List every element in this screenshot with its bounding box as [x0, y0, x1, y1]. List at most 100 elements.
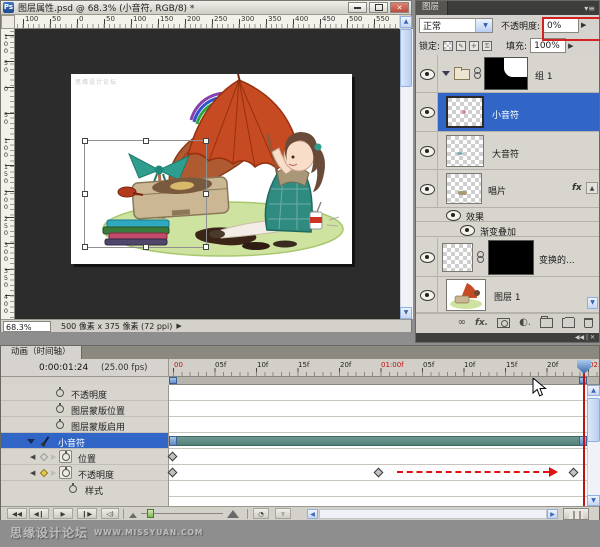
scroll-up-button[interactable]: ▲ [587, 385, 600, 396]
new-group-icon[interactable] [540, 318, 553, 328]
add-mask-icon[interactable] [497, 318, 510, 328]
layer-name[interactable]: 唱片 [488, 184, 506, 197]
layer-name[interactable]: 图层 1 [494, 290, 521, 303]
chevron-down-icon[interactable]: ▼ [475, 19, 492, 32]
transform-handle[interactable] [203, 244, 209, 250]
track-row-style[interactable]: 样式 [1, 481, 168, 497]
horizontal-ruler[interactable]: 1005005010015020025030035040045050055060… [15, 15, 399, 29]
transform-handle[interactable] [82, 244, 88, 250]
group-mask-thumbnail[interactable] [484, 57, 528, 90]
eye-icon[interactable] [420, 184, 435, 195]
lock-position-icon[interactable]: ✛ [469, 41, 479, 51]
next-keyframe-icon[interactable]: ▶ [51, 453, 56, 461]
keyframe-diamond[interactable] [168, 452, 178, 462]
scroll-left-button[interactable]: ◀ [307, 509, 318, 519]
zoom-slider-thumb[interactable] [147, 509, 154, 518]
adjustment-layer-icon[interactable]: ◐. [519, 317, 531, 329]
close-button[interactable]: ✕ [390, 2, 409, 13]
play-button[interactable]: ▶ [53, 508, 73, 519]
layer-row-xiaoyinfu[interactable]: 小音符 [416, 93, 599, 132]
eye-icon[interactable] [420, 290, 435, 301]
timeline-ruler[interactable]: 0005f10f15f20f01:00f05f10f15f20f02:00f [169, 359, 599, 377]
stopwatch-box[interactable] [59, 450, 72, 463]
audio-toggle-button[interactable]: ◁) [101, 508, 119, 519]
panel-menu-icon[interactable]: ▾≡ [584, 4, 599, 13]
eye-icon[interactable] [460, 225, 475, 236]
layer-row-changpian[interactable]: 唱片 fx ▲ [416, 170, 599, 208]
transform-handle[interactable] [143, 244, 149, 250]
next-frame-button[interactable]: ❙▶ [77, 508, 97, 519]
prev-keyframe-icon[interactable]: ◀ [30, 469, 35, 477]
eye-icon[interactable] [420, 69, 435, 80]
tab-layers[interactable]: 图层 [416, 1, 448, 15]
resize-grip-button[interactable] [563, 508, 589, 520]
delete-layer-icon[interactable] [584, 318, 593, 328]
transform-handle[interactable] [203, 138, 209, 144]
scrollbar-thumb[interactable] [587, 398, 600, 442]
go-to-start-button[interactable]: ◀◀ [7, 508, 27, 519]
scroll-down-button[interactable]: ▼ [400, 307, 412, 319]
track-row-position[interactable]: ◀ ▶ 位置 [1, 449, 168, 465]
timeline-tracks[interactable] [169, 385, 587, 506]
toggle-onion-skins-button[interactable]: ◔ [253, 508, 269, 519]
fill-flyout-arrow[interactable]: ▶ [568, 42, 573, 50]
track-row-xiaoyinfu[interactable]: 小音符 [1, 433, 168, 449]
stopwatch-icon[interactable] [69, 485, 77, 493]
stopwatch-icon[interactable] [56, 405, 64, 413]
canvas[interactable]: 思缘设计论坛 [71, 74, 352, 264]
stopwatch-icon[interactable] [56, 421, 64, 429]
lock-transparency-icon[interactable] [443, 41, 453, 51]
track-row-opacity-animated[interactable]: ◀ ▶ 不透明度 [1, 465, 168, 481]
document-titlebar[interactable]: Ps 图层属性.psd @ 68.3% (小音符, RGB/8) * ✕ [1, 1, 411, 15]
layer-style-icon[interactable]: fx. [475, 317, 488, 329]
scroll-right-button[interactable]: ▶ [547, 509, 558, 519]
eye-icon[interactable] [420, 146, 435, 157]
transform-bounding-box[interactable] [84, 140, 207, 248]
layer-name[interactable]: 大音符 [492, 147, 519, 160]
scroll-down-button[interactable]: ▼ [587, 495, 600, 506]
timeline-horizontal-scrollbar[interactable] [319, 509, 547, 519]
effect-label[interactable]: 渐变叠加 [480, 225, 516, 238]
track-row-mask-enable[interactable]: 图层蒙版启用 [1, 417, 168, 433]
work-area-start-handle[interactable] [169, 377, 177, 384]
effects-header-row[interactable]: 效果 [416, 208, 599, 222]
layer-row-tuceng1[interactable]: 图层 1 [416, 277, 599, 313]
layer-thumbnail[interactable] [446, 173, 482, 204]
layer-duration-bar[interactable] [169, 436, 587, 446]
vertical-ruler[interactable]: 10050050100150200250300350400 [1, 29, 15, 319]
layer-thumbnail[interactable] [442, 243, 473, 272]
layer-row-dayinfu[interactable]: 大音符 [416, 132, 599, 170]
current-time[interactable]: 0:00:01:24 [39, 363, 88, 373]
zoom-out-icon[interactable] [129, 513, 137, 518]
previous-frame-button[interactable]: ◀❙ [29, 508, 49, 519]
document-vertical-scrollbar[interactable]: ▼ [400, 29, 412, 319]
layer-thumbnail[interactable] [446, 135, 484, 167]
track-row-opacity-top[interactable]: 不透明度 [1, 385, 168, 401]
lock-all-icon[interactable]: ⚿ [482, 41, 492, 51]
layer-mask-thumbnail[interactable] [488, 240, 534, 275]
expand-triangle-icon[interactable] [27, 439, 35, 444]
keyframe-diamond[interactable] [569, 468, 579, 478]
keyframe-diamond[interactable] [168, 468, 178, 478]
timeline-vertical-scrollbar[interactable]: ▲ ▼ [587, 385, 600, 506]
zoom-in-icon[interactable] [227, 510, 239, 518]
stopwatch-box[interactable] [59, 466, 72, 479]
layer-name[interactable]: 变换的... [539, 253, 575, 266]
new-layer-icon[interactable] [562, 318, 575, 328]
eye-icon[interactable] [446, 210, 461, 221]
layer-row-group1[interactable]: 组 1 [416, 55, 599, 93]
duration-start-cap[interactable] [169, 436, 177, 446]
stopwatch-icon[interactable] [56, 389, 64, 397]
layer-row-bianhuande[interactable]: 变换的... [416, 238, 599, 277]
expand-triangle-icon[interactable] [442, 71, 450, 76]
transform-handle[interactable] [82, 138, 88, 144]
prev-keyframe-icon[interactable]: ◀ [30, 453, 35, 461]
restore-button[interactable] [369, 2, 388, 13]
status-flyout-arrow[interactable]: ▶ [176, 322, 181, 330]
layers-scroll-down-button[interactable]: ▼ [587, 297, 598, 309]
delete-keyframe-button[interactable]: ▿ [275, 508, 291, 519]
blend-mode-select[interactable]: 正常 ▼ [419, 18, 493, 33]
tab-animation-timeline[interactable]: 动画（时间轴） [1, 346, 82, 359]
link-layers-icon[interactable]: ∞ [458, 317, 466, 329]
effect-row-gradient-overlay[interactable]: 渐变叠加 [416, 222, 599, 237]
